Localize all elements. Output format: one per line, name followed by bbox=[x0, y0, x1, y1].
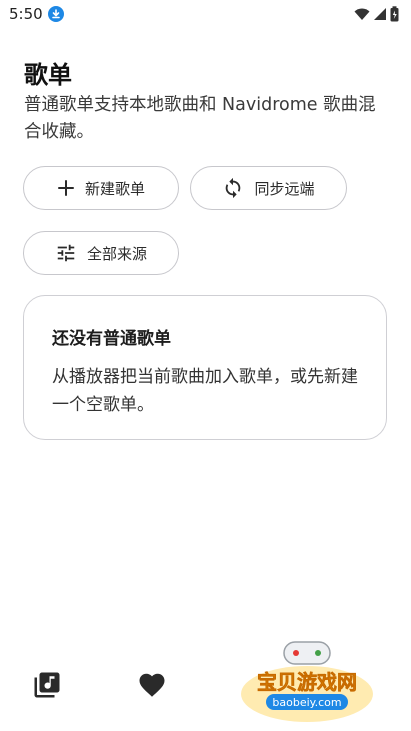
sync-remote-button[interactable]: 同步远端 bbox=[190, 166, 347, 210]
status-icons bbox=[354, 6, 399, 22]
new-playlist-label: 新建歌单 bbox=[84, 179, 145, 198]
heart-icon bbox=[139, 673, 165, 697]
watermark-logo: 宝贝游戏网 baobeiy.com bbox=[232, 636, 382, 726]
nav-playlists[interactable] bbox=[30, 668, 64, 702]
svg-text:宝贝游戏网: 宝贝游戏网 bbox=[257, 670, 357, 694]
sync-remote-label: 同步远端 bbox=[254, 179, 315, 198]
tune-icon bbox=[57, 244, 75, 262]
battery-icon bbox=[390, 6, 399, 22]
svg-text:baobeiy.com: baobeiy.com bbox=[272, 696, 341, 709]
wifi-icon bbox=[354, 8, 370, 20]
download-icon bbox=[48, 6, 64, 22]
empty-state-card: 还没有普通歌单 从播放器把当前歌曲加入歌单，或先新建一个空歌单。 bbox=[23, 295, 387, 440]
all-sources-filter-button[interactable]: 全部来源 bbox=[23, 231, 179, 275]
new-playlist-button[interactable]: 新建歌单 bbox=[23, 166, 179, 210]
page-title: 歌单 bbox=[24, 61, 72, 89]
status-bar: 5:50 bbox=[0, 0, 411, 28]
empty-state-title: 还没有普通歌单 bbox=[52, 329, 171, 349]
sync-icon bbox=[226, 177, 241, 199]
all-sources-label: 全部来源 bbox=[86, 244, 147, 263]
plus-icon bbox=[57, 180, 74, 196]
status-time: 5:50 bbox=[9, 5, 43, 23]
page-description: 普通歌单支持本地歌曲和 Navidrome 歌曲混合收藏。 bbox=[24, 95, 376, 142]
empty-state-message: 从播放器把当前歌曲加入歌单，或先新建一个空歌单。 bbox=[52, 367, 358, 415]
nav-favorites[interactable] bbox=[135, 668, 169, 702]
cell-signal-icon bbox=[374, 8, 386, 20]
library-music-icon bbox=[34, 672, 60, 698]
